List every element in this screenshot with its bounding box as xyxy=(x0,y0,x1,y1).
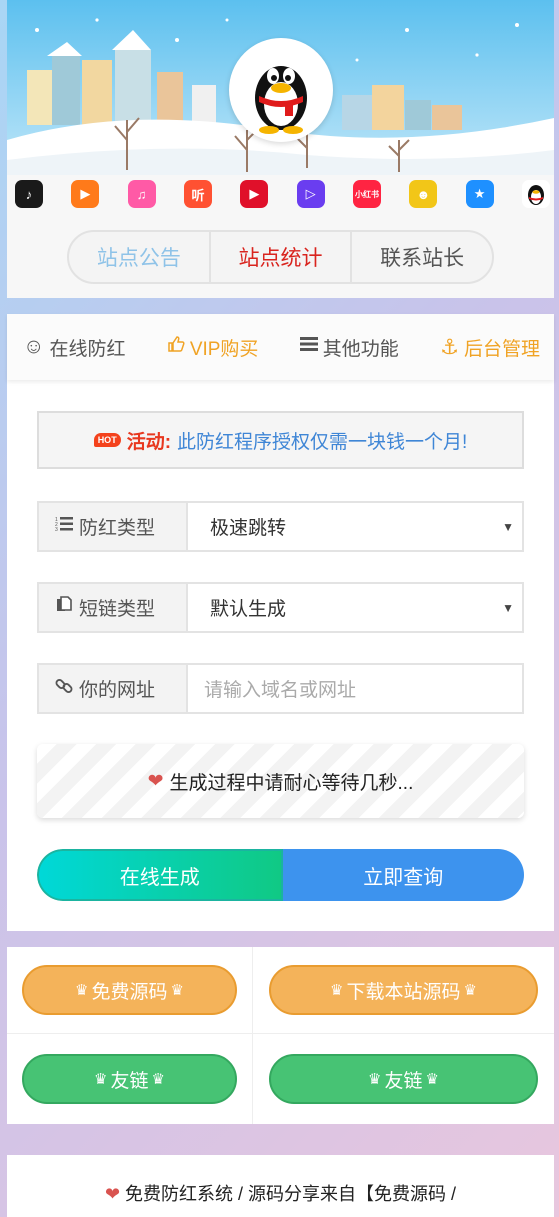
header-card: ♪ ▶ ♫ 听 ▶ ▷ 小红书 ☻ ★ 站点公告 站点统计 联系站长 xyxy=(7,0,554,298)
crown-icon: ♛ xyxy=(425,1071,439,1088)
link-cell: ♛ 友链 ♛ xyxy=(253,1034,554,1124)
avatar xyxy=(229,38,333,142)
shortlink-type-label: 短链类型 xyxy=(79,599,156,620)
caret-down-icon: ▼ xyxy=(502,600,514,615)
download-source-button[interactable]: ♛ 下载本站源码 ♛ xyxy=(269,965,538,1015)
list-ol-icon: 123 xyxy=(55,515,73,539)
qq-penguin-icon[interactable] xyxy=(521,180,550,208)
nav-vip-label: VIP购买 xyxy=(189,338,259,360)
nav-bar: ☺ 在线防红 VIP购买 其他功能 ⚓ 后台管理 xyxy=(7,314,554,380)
app-icon-row: ♪ ▶ ♫ 听 ▶ ▷ 小红书 ☻ ★ xyxy=(15,180,550,208)
free-source-button[interactable]: ♛ 免费源码 ♛ xyxy=(22,965,237,1015)
nav-online[interactable]: ☺ 在线防红 xyxy=(23,334,125,361)
nav-other-label: 其他功能 xyxy=(322,338,399,360)
progress-text: 生成过程中请耐心等待几秒... xyxy=(169,772,414,794)
anchor-icon: ⚓ xyxy=(440,335,459,359)
nav-vip[interactable]: VIP购买 xyxy=(167,334,259,361)
kuaishou-icon[interactable]: ▶ xyxy=(71,180,100,208)
star-icon[interactable]: ★ xyxy=(465,180,494,208)
nav-admin[interactable]: ⚓ 后台管理 xyxy=(440,334,540,361)
copy-icon xyxy=(55,595,73,620)
douyin-icon[interactable]: ♪ xyxy=(15,180,43,208)
main-card: ☺ 在线防红 VIP购买 其他功能 ⚓ 后台管理 HOT 活动: 此防红程序授权… xyxy=(7,314,554,931)
antiblock-type-value-box[interactable]: 极速跳转 ▼ xyxy=(188,503,522,550)
crown-icon: ♛ xyxy=(151,1071,165,1088)
crown-icon: ♛ xyxy=(463,982,477,999)
query-button[interactable]: 立即查询 xyxy=(282,849,524,901)
link-icon xyxy=(55,677,73,701)
url-label: 你的网址 xyxy=(79,680,156,701)
thumbs-up-icon xyxy=(167,335,185,359)
friend-link-button-2[interactable]: ♛ 友链 ♛ xyxy=(269,1054,538,1104)
action-buttons: 在线生成 立即查询 xyxy=(37,849,524,901)
shortlink-type-value: 默认生成 xyxy=(210,599,287,620)
friend-link-label: 友链 xyxy=(384,1070,423,1092)
link-cell: ♛ 友链 ♛ xyxy=(7,1034,253,1124)
svg-text:3: 3 xyxy=(55,527,58,533)
header-tabs: 站点公告 站点统计 联系站长 xyxy=(67,230,494,284)
link-cell: ♛ 下载本站源码 ♛ xyxy=(253,947,554,1034)
tab-contact[interactable]: 联系站长 xyxy=(352,232,492,282)
url-field[interactable]: 你的网址 请输入域名或网址 xyxy=(37,663,524,714)
link-cell: ♛ 免费源码 ♛ xyxy=(7,947,253,1034)
nav-other[interactable]: 其他功能 xyxy=(299,334,399,361)
crown-icon: ♛ xyxy=(170,982,184,999)
tab-announcement[interactable]: 站点公告 xyxy=(69,232,211,282)
footer-card: ❤ 免费防红系统 / 源码分享来自【免费源码 / xyxy=(7,1155,554,1217)
footer-text: 免费防红系统 / 源码分享来自【免费源码 / xyxy=(125,1184,457,1204)
notice-text: 此防红程序授权仅需一块钱一个月! xyxy=(177,431,468,453)
shortlink-type-value-box[interactable]: 默认生成 ▼ xyxy=(188,584,522,631)
notice-label: 活动: xyxy=(126,431,172,453)
generate-button[interactable]: 在线生成 xyxy=(37,849,283,901)
antiblock-type-label: 防红类型 xyxy=(79,518,156,539)
nav-admin-label: 后台管理 xyxy=(463,338,540,360)
url-label-box: 你的网址 xyxy=(39,665,188,712)
activity-notice: HOT 活动: 此防红程序授权仅需一块钱一个月! xyxy=(37,411,524,469)
menu-icon xyxy=(299,336,318,358)
qq-penguin-avatar-icon xyxy=(233,42,329,138)
crown-icon: ♛ xyxy=(75,982,89,999)
url-input[interactable]: 请输入域名或网址 xyxy=(188,665,522,712)
xiaohongshu-icon[interactable]: 小红书 xyxy=(352,180,381,208)
download-source-label: 下载本站源码 xyxy=(346,981,461,1003)
friend-link-label: 友链 xyxy=(110,1070,149,1092)
antiblock-type-value: 极速跳转 xyxy=(210,518,287,539)
ting-icon[interactable]: 听 xyxy=(183,180,212,208)
antiblock-type-select[interactable]: 123 防红类型 极速跳转 ▼ xyxy=(37,501,524,552)
heart-icon: ❤ xyxy=(147,770,164,792)
smile-icon: ☺ xyxy=(23,335,45,358)
video-play-icon[interactable]: ▶ xyxy=(240,180,269,208)
free-source-label: 免费源码 xyxy=(91,981,168,1003)
shortlink-type-label-box: 短链类型 xyxy=(39,584,188,631)
antiblock-type-label-box: 123 防红类型 xyxy=(39,503,188,550)
progress-message: ❤ 生成过程中请耐心等待几秒... xyxy=(37,744,524,818)
shortlink-type-select[interactable]: 短链类型 默认生成 ▼ xyxy=(37,582,524,633)
links-card: ♛ 免费源码 ♛ ♛ 下载本站源码 ♛ ♛ 友链 ♛ ♛ 友链 ♛ xyxy=(7,947,554,1124)
video-app-icon[interactable]: ▷ xyxy=(296,180,325,208)
crown-icon: ♛ xyxy=(330,982,344,999)
nav-online-label: 在线防红 xyxy=(49,338,126,360)
hot-badge: HOT xyxy=(93,433,121,447)
crown-icon: ♛ xyxy=(368,1071,382,1088)
music-icon[interactable]: ♫ xyxy=(127,180,156,208)
friend-link-button-1[interactable]: ♛ 友链 ♛ xyxy=(22,1054,237,1104)
caret-down-icon: ▼ xyxy=(502,519,514,534)
heart-icon: ❤ xyxy=(104,1184,121,1204)
tab-statistics[interactable]: 站点统计 xyxy=(211,232,353,282)
face-icon[interactable]: ☻ xyxy=(409,180,438,208)
crown-icon: ♛ xyxy=(94,1071,108,1088)
